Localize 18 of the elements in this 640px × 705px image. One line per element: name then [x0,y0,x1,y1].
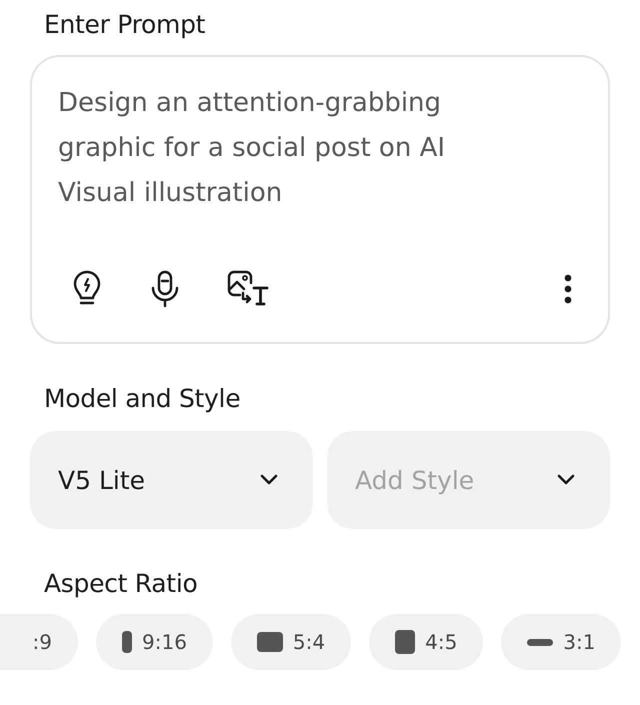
section-title: Enter Prompt [44,10,206,39]
aspect-ratio-chip[interactable]: 3:1 [501,614,622,670]
aspect-shape-icon [256,632,283,652]
aspect-ratio-chip[interactable]: :9 [0,614,78,670]
prompt-box[interactable]: Design an attention-grabbing graphic for a social post on AI Visual illustration [30,55,610,344]
prompt-field[interactable]: Design an attention-grabbing graphic for a social post on AI Visual illustration [58,81,508,221]
aspect-shape-icon [122,631,132,653]
chevron-down-icon [556,474,576,486]
chevron-down-icon [259,474,279,486]
more-options-icon[interactable] [564,274,572,304]
aspect-ratio-chip[interactable]: 5:4 [230,614,352,670]
section-title: Model and Style [44,384,242,413]
aspect-shape-icon [395,630,416,654]
aspect-ratio-chip[interactable]: 9:16 [96,614,213,670]
section-title: Aspect Ratio [44,569,198,598]
aspect-shape-icon [527,638,554,646]
aspect-ratio-chip[interactable]: 4:5 [369,614,484,670]
model-dropdown[interactable]: V5 Lite [30,431,313,529]
